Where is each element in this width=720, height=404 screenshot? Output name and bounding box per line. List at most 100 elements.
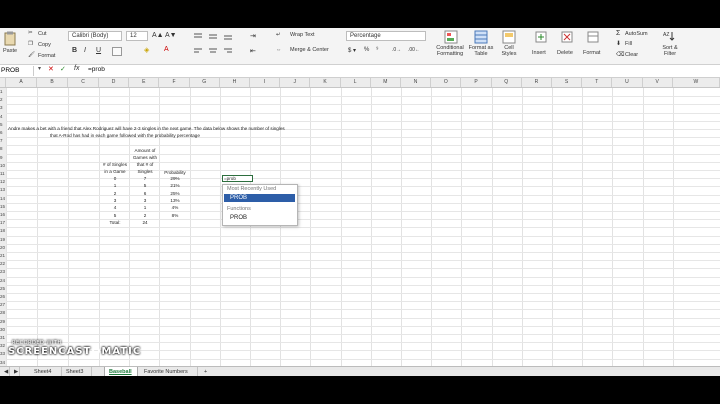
- number-format-select[interactable]: Percentage: [346, 31, 426, 41]
- probability-cell[interactable]: 13%: [160, 197, 190, 204]
- decrease-decimal-icon[interactable]: .00←: [408, 47, 420, 53]
- format-painter-icon[interactable]: 🖌: [28, 52, 35, 58]
- singles-cell[interactable]: 3: [100, 197, 130, 204]
- games-cell[interactable]: 7: [130, 175, 160, 182]
- column-header-w[interactable]: W: [673, 78, 720, 87]
- cell-styles-icon[interactable]: [502, 30, 516, 44]
- active-cell-editor[interactable]: =prob: [224, 175, 236, 182]
- tab-sheet4[interactable]: Sheet4: [30, 367, 62, 376]
- format-as-table-button[interactable]: Format as Table: [468, 45, 494, 57]
- fill-color-icon[interactable]: ◈: [144, 46, 149, 54]
- active-cell[interactable]: =prob: [222, 175, 253, 182]
- percent-icon[interactable]: %: [364, 47, 369, 53]
- format-cells-button[interactable]: Format: [583, 50, 600, 56]
- font-color-icon[interactable]: A: [164, 46, 169, 53]
- games-cell[interactable]: 3: [130, 197, 160, 204]
- column-header-t[interactable]: T: [582, 78, 613, 87]
- column-header-i[interactable]: I: [250, 78, 281, 87]
- vertical-align-icons[interactable]: [192, 32, 236, 41]
- tab-sheet3[interactable]: Sheet3: [62, 367, 92, 376]
- column-header-g[interactable]: G: [190, 78, 220, 87]
- increase-decimal-icon[interactable]: .0→: [392, 47, 401, 53]
- column-header-k[interactable]: K: [310, 78, 341, 87]
- total-label[interactable]: Total:: [100, 219, 130, 226]
- merge-icon[interactable]: ⇔: [276, 47, 282, 53]
- column-header-c[interactable]: C: [68, 78, 99, 87]
- probability-cell[interactable]: 4%: [160, 204, 190, 211]
- column-header-q[interactable]: Q: [492, 78, 522, 87]
- probability-cell[interactable]: 29%: [160, 175, 190, 182]
- tab-scroll-left-icon[interactable]: ◀: [0, 367, 10, 376]
- autosum-button[interactable]: AutoSum: [625, 31, 648, 37]
- column-header-b[interactable]: B: [37, 78, 68, 87]
- cut-icon[interactable]: ✂: [28, 30, 33, 36]
- delete-button[interactable]: Delete: [557, 50, 573, 56]
- clear-button[interactable]: Clear: [625, 52, 638, 58]
- column-header-p[interactable]: P: [461, 78, 492, 87]
- name-box-dropdown-icon[interactable]: ▾: [38, 65, 41, 72]
- cell-styles-button[interactable]: Cell Styles: [498, 45, 520, 57]
- conditional-formatting-icon[interactable]: [444, 30, 458, 44]
- column-header-d[interactable]: D: [99, 78, 130, 87]
- delete-icon[interactable]: [560, 30, 574, 44]
- intro-text-line1[interactable]: Andre makes a bet with a friend that Ale…: [8, 125, 285, 132]
- column-header-r[interactable]: R: [522, 78, 552, 87]
- copy-button[interactable]: Copy: [38, 42, 51, 48]
- italic-icon[interactable]: I: [84, 47, 86, 54]
- column-header-s[interactable]: S: [552, 78, 583, 87]
- column-header-f[interactable]: F: [159, 78, 190, 87]
- copy-icon[interactable]: ❐: [28, 41, 33, 47]
- singles-cell[interactable]: 5: [100, 212, 130, 219]
- format-as-table-icon[interactable]: [474, 30, 488, 44]
- outdent-icon[interactable]: ⇤: [250, 47, 256, 55]
- column-header-o[interactable]: O: [431, 78, 462, 87]
- paste-icon[interactable]: [3, 31, 17, 46]
- sort-filter-button[interactable]: Sort & Filter: [658, 45, 682, 57]
- singles-cell[interactable]: 4: [100, 204, 130, 211]
- insert-function-icon[interactable]: fx: [74, 65, 79, 72]
- conditional-formatting-button[interactable]: Conditional Formatting: [436, 45, 464, 57]
- insert-button[interactable]: Insert: [532, 50, 546, 56]
- cut-button[interactable]: Cut: [38, 31, 47, 37]
- comma-icon[interactable]: ⁹: [376, 47, 379, 53]
- games-cell[interactable]: 5: [130, 182, 160, 189]
- wrap-text-button[interactable]: Wrap Text: [290, 32, 315, 38]
- recent-prob-item[interactable]: PROB: [224, 194, 295, 202]
- worksheet-grid[interactable]: ABCDEFGHIJKLMNOPQRSTUVW 1 2 3 4 5 6 7 8 9 10 11 12 1…: [0, 78, 720, 376]
- eraser-icon[interactable]: ⌫: [616, 51, 624, 58]
- column-header-j[interactable]: J: [280, 78, 311, 87]
- column-header-e[interactable]: E: [129, 78, 160, 87]
- tab-scroll-right-icon[interactable]: ▶: [10, 367, 20, 376]
- column-header-n[interactable]: N: [401, 78, 432, 87]
- insert-icon[interactable]: [534, 30, 548, 44]
- singles-cell[interactable]: 2: [100, 190, 130, 197]
- column-header-m[interactable]: M: [371, 78, 401, 87]
- tab-baseball[interactable]: Baseball: [104, 367, 138, 376]
- games-cell[interactable]: 2: [130, 212, 160, 219]
- total-value[interactable]: 24: [130, 219, 160, 226]
- font-size-select[interactable]: 12: [126, 31, 148, 41]
- name-box[interactable]: PROB: [0, 66, 34, 76]
- singles-cell[interactable]: 0: [100, 175, 130, 182]
- horizontal-align-icons[interactable]: [192, 47, 236, 56]
- shrink-font-icon[interactable]: A▼: [165, 32, 177, 39]
- column-header-u[interactable]: U: [612, 78, 643, 87]
- cancel-icon[interactable]: ✕: [48, 65, 54, 73]
- format-icon[interactable]: [586, 30, 600, 44]
- bold-icon[interactable]: B: [72, 47, 77, 54]
- currency-icon[interactable]: $ ▾: [348, 47, 356, 54]
- formula-input[interactable]: =prob: [88, 66, 105, 73]
- tab-favorite-numbers[interactable]: Favorite Numbers: [140, 367, 198, 376]
- grow-font-icon[interactable]: A▲: [152, 32, 164, 39]
- games-cell[interactable]: 1: [130, 204, 160, 211]
- column-header-v[interactable]: V: [643, 78, 673, 87]
- indent-icon[interactable]: ⇥: [250, 32, 256, 40]
- format-painter-button[interactable]: Format: [38, 53, 55, 59]
- column-header-h[interactable]: H: [220, 78, 250, 87]
- games-cell[interactable]: 6: [130, 190, 160, 197]
- font-name-select[interactable]: Calibri (Body): [68, 31, 122, 41]
- probability-cell[interactable]: 21%: [160, 182, 190, 189]
- probability-cell[interactable]: 8%: [160, 212, 190, 219]
- fill-button[interactable]: Fill: [625, 41, 632, 47]
- function-prob-item[interactable]: PROB: [224, 214, 295, 222]
